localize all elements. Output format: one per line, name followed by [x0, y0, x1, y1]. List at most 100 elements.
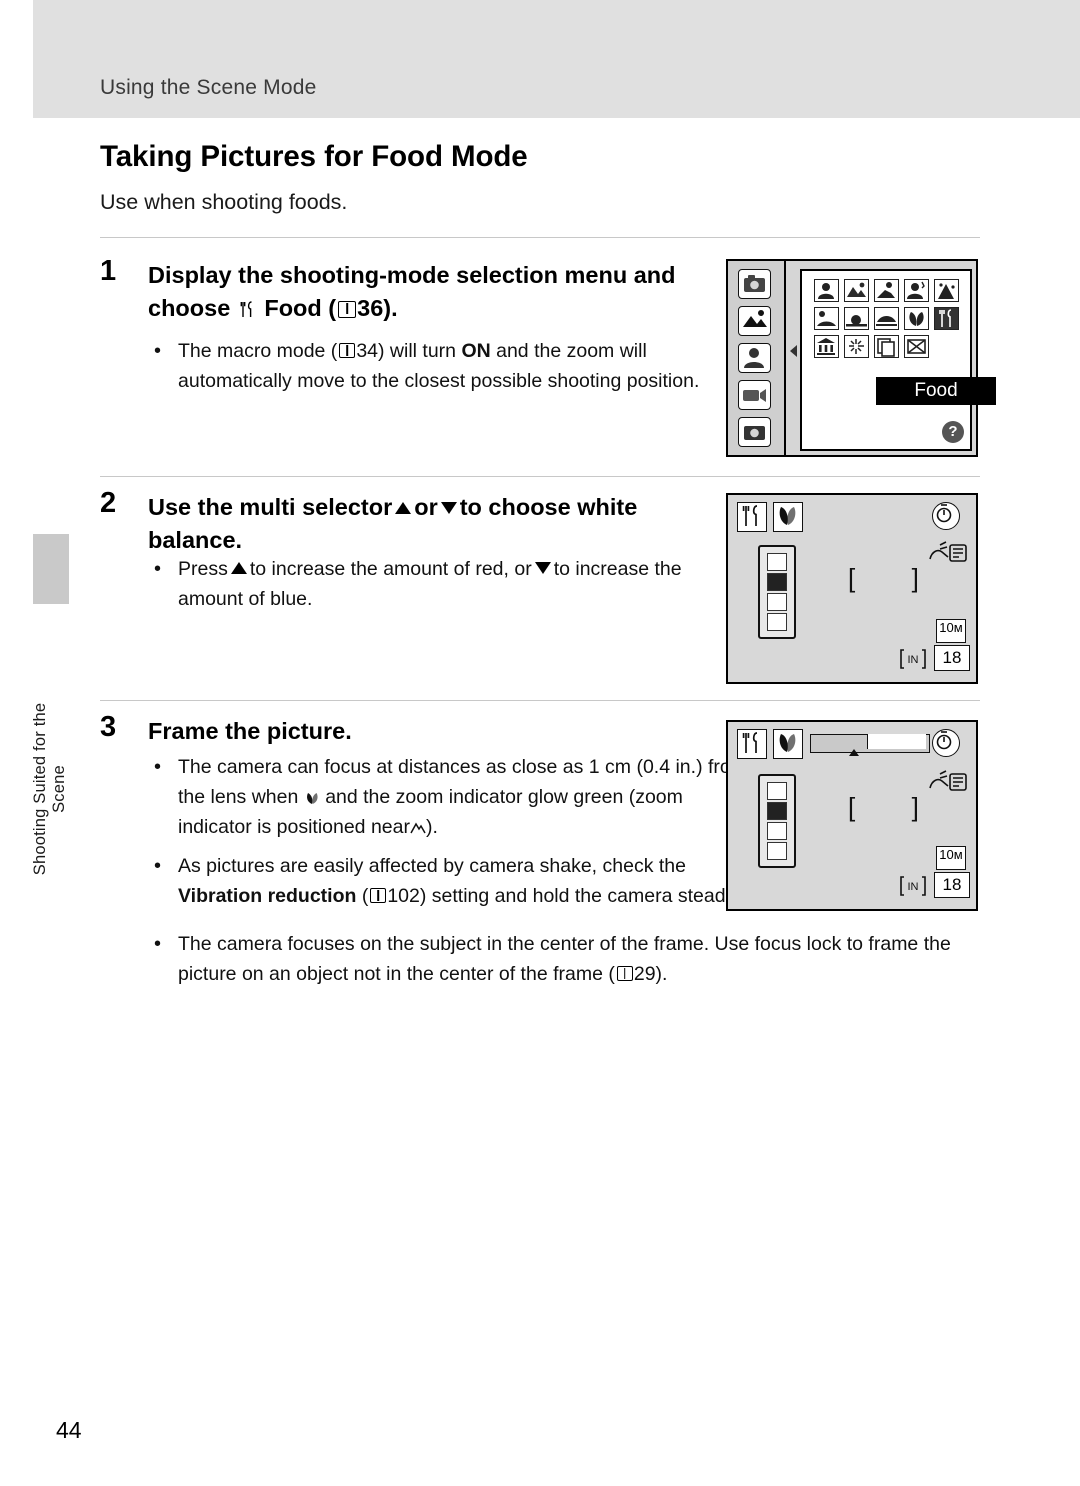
- mountain-icon: [410, 815, 426, 834]
- bullet-3-3-c: ).: [655, 962, 668, 985]
- scene-icon-close-up[interactable]: [904, 307, 929, 330]
- step-3-bullets: The camera can focus at distances as clo…: [148, 752, 748, 914]
- image-size-badge: 10м: [936, 846, 966, 870]
- svg-text:IN: IN: [908, 654, 919, 666]
- macro-mode-icon: [773, 729, 803, 759]
- scene-icon-dusk-dawn[interactable]: [874, 307, 899, 330]
- bullet-3-3-a: The camera focuses on the subject in the…: [178, 933, 951, 985]
- step-3-number: 3: [100, 711, 117, 743]
- shots-remaining-badge: 18: [934, 872, 970, 898]
- scene-icon-sunset[interactable]: [844, 307, 869, 330]
- setup-mode-icon: [738, 417, 771, 447]
- self-timer-icon: [932, 729, 960, 757]
- scene-mode-icon: [738, 306, 771, 336]
- divider-2: [100, 476, 980, 477]
- step-2-number: 2: [100, 487, 117, 519]
- screen-framing: [ ] 10м IN 18: [726, 720, 978, 911]
- white-balance-slider[interactable]: [758, 774, 796, 868]
- bullet-2-b: to increase the amount of red, or: [249, 558, 532, 580]
- step-1-heading: Display the shooting-mode selection menu…: [148, 259, 718, 326]
- step-2-heading-b: or: [414, 494, 438, 520]
- bullet-1-ref: 34: [356, 340, 379, 362]
- help-icon[interactable]: ?: [942, 421, 964, 443]
- zoom-indicator: [810, 734, 930, 756]
- bullet-1-mid: ) will turn: [378, 340, 462, 362]
- food-mode-indicator-icon: [737, 502, 767, 532]
- scene-icon-copy[interactable]: [874, 335, 899, 358]
- focus-area-brackets: [ ]: [848, 563, 933, 593]
- wb-cell-2-selected: [767, 573, 787, 591]
- internal-memory-badge: IN: [898, 647, 928, 671]
- step-3-bullet-3: The camera focuses on the subject in the…: [148, 929, 988, 990]
- food-mode-icon: [239, 294, 256, 318]
- portrait-mode-icon: [738, 343, 771, 373]
- scene-icon-food-selected[interactable]: [934, 307, 959, 330]
- self-timer-icon: [932, 502, 960, 530]
- bullet-3-2-ref: 102: [387, 885, 420, 908]
- bullet-1-pre: The macro mode (: [178, 340, 338, 362]
- wb-cell-3: [767, 822, 787, 840]
- arrow-down-icon: [534, 562, 551, 574]
- arrow-up-icon: [230, 562, 247, 574]
- zoom-indicator-marker: [849, 749, 859, 756]
- macro-mode-icon: [773, 502, 803, 532]
- book-ref-icon: [370, 888, 387, 904]
- screen-white-balance: [ ] 10м IN 18: [726, 493, 978, 684]
- step-2-heading: Use the multi selector or to choose white …: [148, 491, 718, 558]
- running-head: Using the Scene Mode: [100, 76, 317, 99]
- wb-cell-3: [767, 593, 787, 611]
- header-band: [0, 0, 1080, 118]
- divider-3: [100, 700, 980, 701]
- scene-icon-backlight[interactable]: [904, 335, 929, 358]
- step-1-heading-tail: ).: [383, 295, 398, 322]
- selected-scene-label: Food: [876, 377, 996, 405]
- bullet-3-2-bold: Vibration reduction: [178, 885, 357, 908]
- step-1-heading-food: Food: [264, 295, 322, 322]
- book-ref-icon: [338, 301, 357, 319]
- step-1-bullet-1: The macro mode (34) will turn ON and the…: [148, 336, 748, 397]
- wb-cell-4: [767, 613, 787, 631]
- zoom-indicator-fill: [867, 734, 926, 749]
- bullet-3-1-c: ).: [425, 815, 438, 838]
- screen-mode-column: [728, 261, 786, 455]
- focus-area-brackets: [ ]: [848, 792, 933, 822]
- chapter-side-label: Shooting Suited for the Scene: [31, 702, 68, 876]
- header-band-left-margin: [0, 0, 33, 118]
- step-2-bullet-1: Pressto increase the amount of red, orto…: [148, 554, 748, 615]
- step-2-heading-a: Use the multi selector: [148, 494, 393, 520]
- arrow-down-icon: [440, 502, 457, 514]
- macro-flower-icon: [304, 785, 320, 804]
- step-1-heading-text: Display the shooting-mode selection menu…: [148, 262, 676, 322]
- movie-mode-icon: [738, 380, 771, 410]
- left-arrow-icon: [790, 345, 797, 357]
- scene-icon-sports[interactable]: [874, 279, 899, 302]
- page-title: Taking Pictures for Food Mode: [100, 140, 528, 173]
- scene-icon-museum[interactable]: [814, 335, 839, 358]
- wb-cell-1: [767, 782, 787, 800]
- chapter-tab: [33, 534, 69, 604]
- book-ref-icon: [616, 965, 633, 981]
- auto-mode-icon: [738, 269, 771, 299]
- divider-1: [100, 237, 980, 238]
- bullet-2-a: Press: [178, 558, 228, 580]
- page-subtitle: Use when shooting foods.: [100, 190, 348, 214]
- step-3-bullet-3-wrap: The camera focuses on the subject in the…: [148, 929, 988, 992]
- scene-icon-fireworks[interactable]: [844, 335, 869, 358]
- step-3-bullet-1: The camera can focus at distances as clo…: [148, 752, 748, 842]
- white-balance-slider[interactable]: [758, 545, 796, 639]
- step-1-bullets: The macro mode (34) will turn ON and the…: [148, 336, 748, 399]
- scene-icon-beach-snow[interactable]: [814, 307, 839, 330]
- step-3-bullet-2: As pictures are easily affected by camer…: [148, 851, 748, 912]
- scene-icon-portrait[interactable]: [814, 279, 839, 302]
- page-number: 44: [56, 1417, 82, 1443]
- wb-cell-1: [767, 553, 787, 571]
- arrow-up-icon: [395, 502, 412, 514]
- scene-icon-party[interactable]: [934, 279, 959, 302]
- scene-icon-night-portrait[interactable]: [904, 279, 929, 302]
- step-1-number: 1: [100, 255, 117, 287]
- internal-memory-badge: IN: [898, 874, 928, 898]
- food-mode-indicator-icon: [737, 729, 767, 759]
- book-ref-icon: [339, 343, 356, 358]
- svg-text:IN: IN: [908, 881, 919, 893]
- scene-icon-landscape[interactable]: [844, 279, 869, 302]
